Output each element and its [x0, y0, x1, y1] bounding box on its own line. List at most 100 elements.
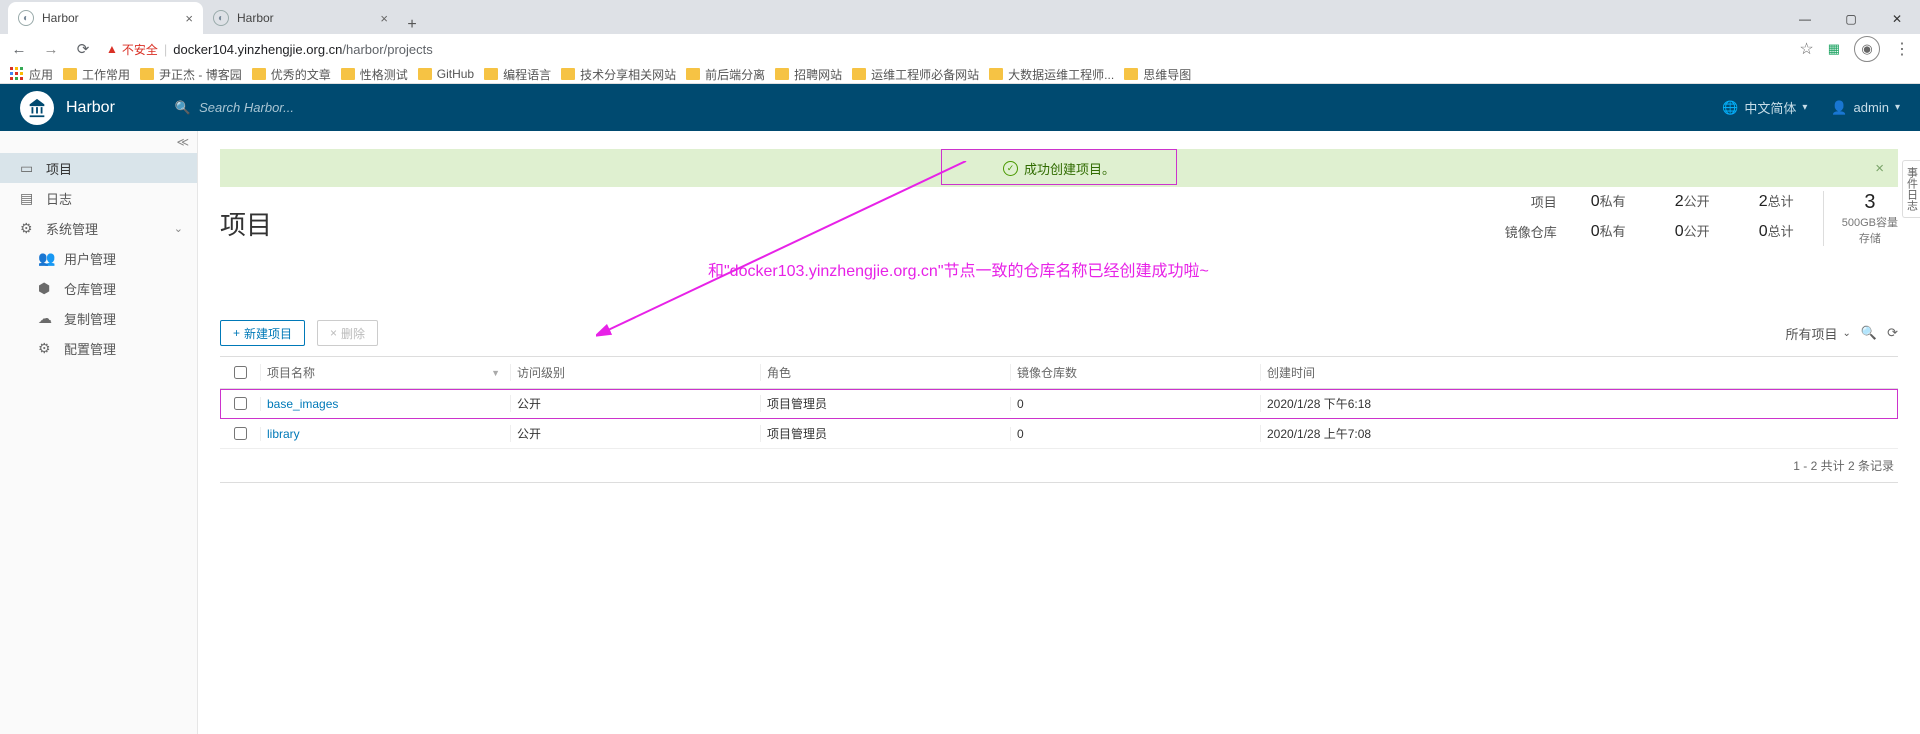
insecure-badge[interactable]: ▲ 不安全 [106, 41, 158, 58]
sidebar-item-config[interactable]: ⚙ 配置管理 [0, 333, 197, 363]
project-link[interactable]: library [267, 427, 300, 441]
event-log-tab[interactable]: 事件日志 [1902, 160, 1920, 218]
col-role[interactable]: 角色 [760, 364, 1010, 381]
table-row[interactable]: library 公开 项目管理员 0 2020/1/28 上午7:08 [220, 419, 1898, 449]
bookmark-item[interactable]: 运维工程师必备网站 [852, 66, 979, 83]
bookmark-item[interactable]: GitHub [418, 67, 474, 81]
sidebar-label: 配置管理 [64, 339, 116, 358]
close-icon[interactable]: × [185, 11, 193, 26]
minimize-icon[interactable]: — [1782, 4, 1828, 34]
browser-chrome: ◐ Harbor × ◐ Harbor × + — ▢ ✕ ← → ⟳ ▲ 不安… [0, 0, 1920, 84]
close-icon[interactable]: × [1875, 160, 1884, 177]
sidebar-label: 复制管理 [64, 309, 116, 328]
brand-name: Harbor [66, 99, 115, 117]
sidebar-item-logs[interactable]: ▤ 日志 [0, 183, 197, 213]
col-time[interactable]: 创建时间 [1260, 364, 1898, 381]
search-icon[interactable]: 🔍 [1861, 325, 1877, 341]
search-input[interactable] [199, 100, 499, 115]
bookmark-item[interactable]: 招聘网站 [775, 66, 842, 83]
harbor-header: Harbor 🔍 🌐 中文简体 ▾ 👤 admin ▾ [0, 84, 1920, 131]
chevron-down-icon: ⌄ [1843, 328, 1851, 339]
search-icon: 🔍 [175, 100, 191, 116]
plus-icon: + [233, 326, 240, 340]
bookmark-item[interactable]: 尹正杰 - 博客园 [140, 66, 242, 83]
pagination-text: 1 - 2 共计 2 条记录 [1793, 457, 1894, 474]
folder-icon [252, 68, 266, 80]
refresh-icon[interactable]: ⟳ [1887, 325, 1898, 341]
delete-button[interactable]: ×删除 [317, 320, 378, 346]
reload-icon[interactable]: ⟳ [74, 40, 92, 58]
row-checkbox[interactable] [234, 427, 247, 440]
bookmark-item[interactable]: 工作常用 [63, 66, 130, 83]
stat-label: 项目 [1501, 192, 1557, 211]
storage-count: 3 [1842, 191, 1898, 214]
table-row[interactable]: base_images 公开 项目管理员 0 2020/1/28 下午6:18 [220, 389, 1898, 419]
sidebar-item-users[interactable]: 👥 用户管理 [0, 243, 197, 273]
col-repo[interactable]: 镜像仓库数 [1010, 364, 1260, 381]
registry-icon: ⬢ [38, 280, 54, 297]
user-menu[interactable]: 👤 admin ▾ [1831, 100, 1900, 116]
sidebar-item-admin[interactable]: ⚙ 系统管理 ⌄ [0, 213, 197, 243]
harbor-logo-icon [20, 91, 54, 125]
close-icon[interactable]: × [380, 11, 388, 26]
star-icon[interactable]: ☆ [1799, 39, 1813, 59]
bookmark-item[interactable]: 优秀的文章 [252, 66, 331, 83]
bookmark-item[interactable]: 技术分享相关网站 [561, 66, 676, 83]
replication-icon: ☁ [38, 310, 54, 327]
storage-stat: 3 500GB容量 存储 [1823, 191, 1898, 246]
bookmark-item[interactable]: 前后端分离 [686, 66, 765, 83]
favicon-icon: ◐ [18, 10, 34, 26]
browser-tab-active[interactable]: ◐ Harbor × [8, 2, 203, 34]
col-name[interactable]: 项目名称▼ [260, 364, 510, 381]
browser-tab[interactable]: ◐ Harbor × [203, 2, 398, 34]
cell-access: 公开 [510, 425, 760, 442]
chevron-down-icon: ▾ [1802, 102, 1807, 113]
new-project-button[interactable]: +新建项目 [220, 320, 305, 346]
cell-time: 2020/1/28 下午6:18 [1260, 395, 1898, 412]
bookmark-item[interactable]: 性格测试 [341, 66, 408, 83]
folder-icon [1124, 68, 1138, 80]
forward-icon[interactable]: → [42, 41, 60, 58]
bookmark-item[interactable]: 思维导图 [1124, 66, 1191, 83]
filter-label: 所有项目 [1786, 324, 1838, 343]
bookmark-item[interactable]: 大数据运维工程师... [989, 66, 1114, 83]
apps-button[interactable]: 应用 [10, 66, 53, 83]
sidebar-item-projects[interactable]: ▭ 项目 [0, 153, 197, 183]
extension-icon[interactable]: ▦ [1828, 41, 1840, 57]
users-icon: 👥 [38, 250, 54, 267]
project-link[interactable]: base_images [267, 397, 338, 411]
sidebar-item-registries[interactable]: ⬢ 仓库管理 [0, 273, 197, 303]
url-bar[interactable]: ▲ 不安全 | docker104.yinzhengjie.org.cn/har… [106, 41, 433, 58]
col-access[interactable]: 访问级别 [510, 364, 760, 381]
new-tab-button[interactable]: + [398, 16, 426, 34]
language-label: 中文简体 [1744, 98, 1796, 117]
row-checkbox[interactable] [234, 397, 247, 410]
maximize-icon[interactable]: ▢ [1828, 4, 1874, 34]
close-window-icon[interactable]: ✕ [1874, 4, 1920, 34]
stat-label: 镜像仓库 [1501, 222, 1557, 241]
cell-role: 项目管理员 [760, 395, 1010, 412]
select-all-checkbox[interactable] [234, 366, 247, 379]
profile-icon[interactable]: ◉ [1854, 36, 1880, 62]
annotation-highlight [941, 149, 1177, 185]
insecure-label: 不安全 [122, 41, 158, 58]
bookmark-item[interactable]: 编程语言 [484, 66, 551, 83]
language-selector[interactable]: 🌐 中文简体 ▾ [1722, 98, 1807, 117]
table-footer: 1 - 2 共计 2 条记录 [220, 449, 1898, 483]
menu-icon[interactable]: ⋮ [1894, 39, 1910, 59]
storage-label: 存储 [1842, 230, 1898, 246]
chevron-down-icon: ▾ [1895, 102, 1900, 113]
cell-repo: 0 [1010, 397, 1260, 411]
annotation-arrow [596, 161, 996, 341]
folder-icon [775, 68, 789, 80]
sidebar-item-replication[interactable]: ☁ 复制管理 [0, 303, 197, 333]
collapse-sidebar-icon[interactable]: ≪ [176, 135, 189, 149]
main-content: ✓ 成功创建项目。 × 项目 项目 0私有 2公开 2总计 镜像仓库 0私有 0… [198, 131, 1920, 734]
globe-icon: 🌐 [1722, 100, 1738, 116]
user-icon: 👤 [1831, 100, 1847, 116]
stats-row-repos: 镜像仓库 0私有 0公开 0总计 [1501, 221, 1809, 241]
window-controls: — ▢ ✕ [1782, 4, 1920, 34]
project-filter[interactable]: 所有项目 ⌄ [1786, 324, 1851, 343]
folder-icon [561, 68, 575, 80]
back-icon[interactable]: ← [10, 41, 28, 58]
